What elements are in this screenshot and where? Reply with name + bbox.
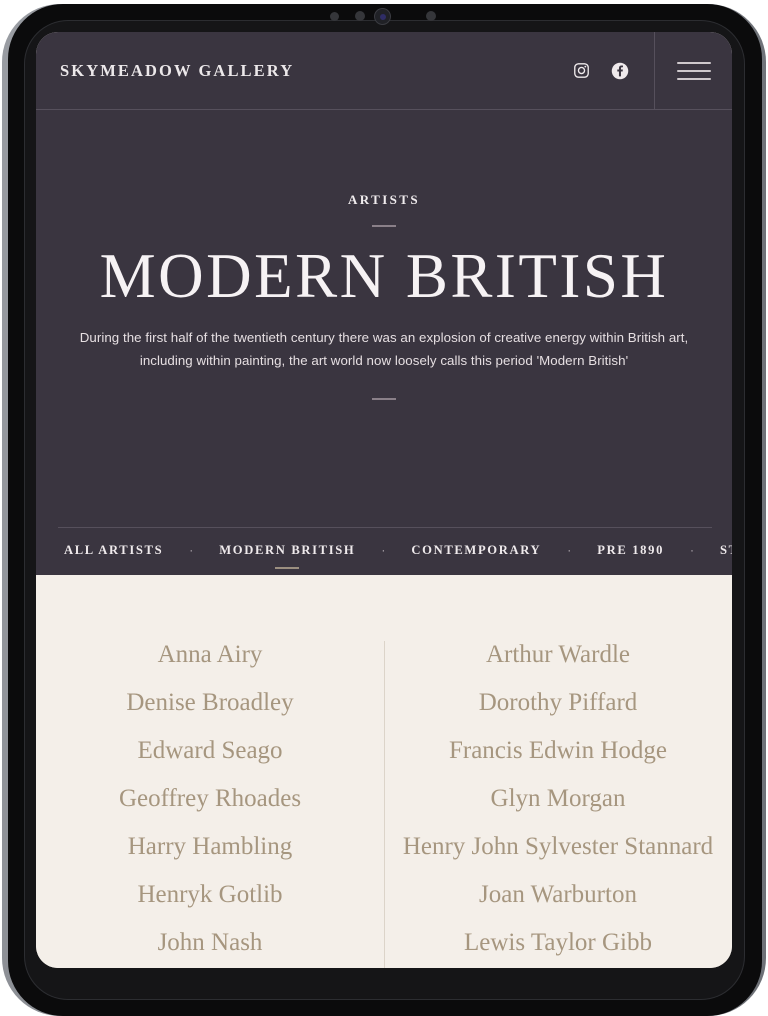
artist-list-item[interactable]: Dorothy Piffard bbox=[384, 689, 732, 716]
tablet-device-frame: SKYMEADOW GALLERY ARTISTS MODERN BRITISH… bbox=[0, 0, 768, 1016]
sensor-dot-icon bbox=[426, 11, 436, 21]
artist-list-item[interactable]: Henry John Sylvester Stannard bbox=[384, 833, 732, 860]
hero-divider-top bbox=[372, 225, 396, 227]
category-tabs: ALL ARTISTS · MODERN BRITISH · CONTEMPORARY ·… bbox=[36, 527, 732, 575]
page-title: MODERN BRITISH bbox=[99, 241, 669, 311]
tab-separator: · bbox=[567, 543, 572, 557]
hero-divider-bottom bbox=[372, 398, 396, 401]
header-right-group bbox=[573, 32, 732, 109]
artist-list-item[interactable]: Lewis Taylor Gibb bbox=[384, 929, 732, 956]
hero-description: During the first half of the twentieth c… bbox=[79, 330, 689, 368]
tabs-top-divider bbox=[58, 527, 712, 528]
artist-list-item[interactable]: Denise Broadley bbox=[36, 689, 384, 716]
artist-list-item[interactable]: Geoffrey Rhoades bbox=[36, 785, 384, 812]
tab-separator: · bbox=[381, 543, 386, 557]
artist-list-item[interactable]: Glyn Morgan bbox=[384, 785, 732, 812]
facebook-icon[interactable] bbox=[611, 62, 629, 80]
tab-pre-1890[interactable]: PRE 1890 bbox=[597, 543, 664, 560]
sensor-dot-icon bbox=[330, 12, 339, 21]
device-screen: SKYMEADOW GALLERY ARTISTS MODERN BRITISH… bbox=[36, 32, 732, 968]
artist-column-left: Anna Airy Denise Broadley Edward Seago Geof… bbox=[36, 641, 384, 968]
front-camera-icon bbox=[375, 9, 390, 24]
tab-separator: · bbox=[690, 543, 695, 557]
instagram-icon[interactable] bbox=[573, 62, 590, 79]
artist-list-item[interactable]: John Nash bbox=[36, 929, 384, 956]
category-tabs-bar: ALL ARTISTS · MODERN BRITISH · CONTEMPORARY ·… bbox=[36, 527, 732, 575]
artist-list-item[interactable]: Francis Edwin Hodge bbox=[384, 737, 732, 764]
artist-list-item[interactable]: Harry Hambling bbox=[36, 833, 384, 860]
tab-modern-british[interactable]: MODERN BRITISH bbox=[219, 543, 355, 560]
column-divider bbox=[384, 641, 385, 968]
site-logo[interactable]: SKYMEADOW GALLERY bbox=[60, 61, 294, 81]
artist-columns: Anna Airy Denise Broadley Edward Seago Geof… bbox=[36, 641, 732, 968]
hero-eyebrow: ARTISTS bbox=[348, 192, 420, 207]
artist-list-section: Anna Airy Denise Broadley Edward Seago Geof… bbox=[36, 575, 732, 968]
artist-list-item[interactable]: Henryk Gotlib bbox=[36, 881, 384, 908]
tab-separator: · bbox=[189, 543, 194, 557]
tab-contemporary[interactable]: CONTEMPORARY bbox=[411, 543, 541, 560]
site-header: SKYMEADOW GALLERY bbox=[36, 32, 732, 110]
tab-all-artists[interactable]: ALL ARTISTS bbox=[64, 543, 163, 560]
artist-list-item[interactable]: Edward Seago bbox=[36, 737, 384, 764]
menu-button[interactable] bbox=[654, 32, 732, 109]
artist-list-item[interactable]: Joan Warburton bbox=[384, 881, 732, 908]
camera-lens bbox=[379, 13, 386, 20]
device-sensor-array bbox=[0, 9, 768, 29]
social-links bbox=[573, 62, 654, 80]
artist-column-right: Arthur Wardle Dorothy Piffard Francis Edwi… bbox=[384, 641, 732, 968]
sensor-dot-icon bbox=[355, 11, 365, 21]
tab-st[interactable]: ST bbox=[720, 543, 732, 560]
hamburger-menu-icon bbox=[676, 61, 711, 80]
artist-list-item[interactable]: Arthur Wardle bbox=[384, 641, 732, 668]
hero-section: ARTISTS MODERN BRITISH During the first … bbox=[36, 110, 732, 527]
artist-list-item[interactable]: Anna Airy bbox=[36, 641, 384, 668]
